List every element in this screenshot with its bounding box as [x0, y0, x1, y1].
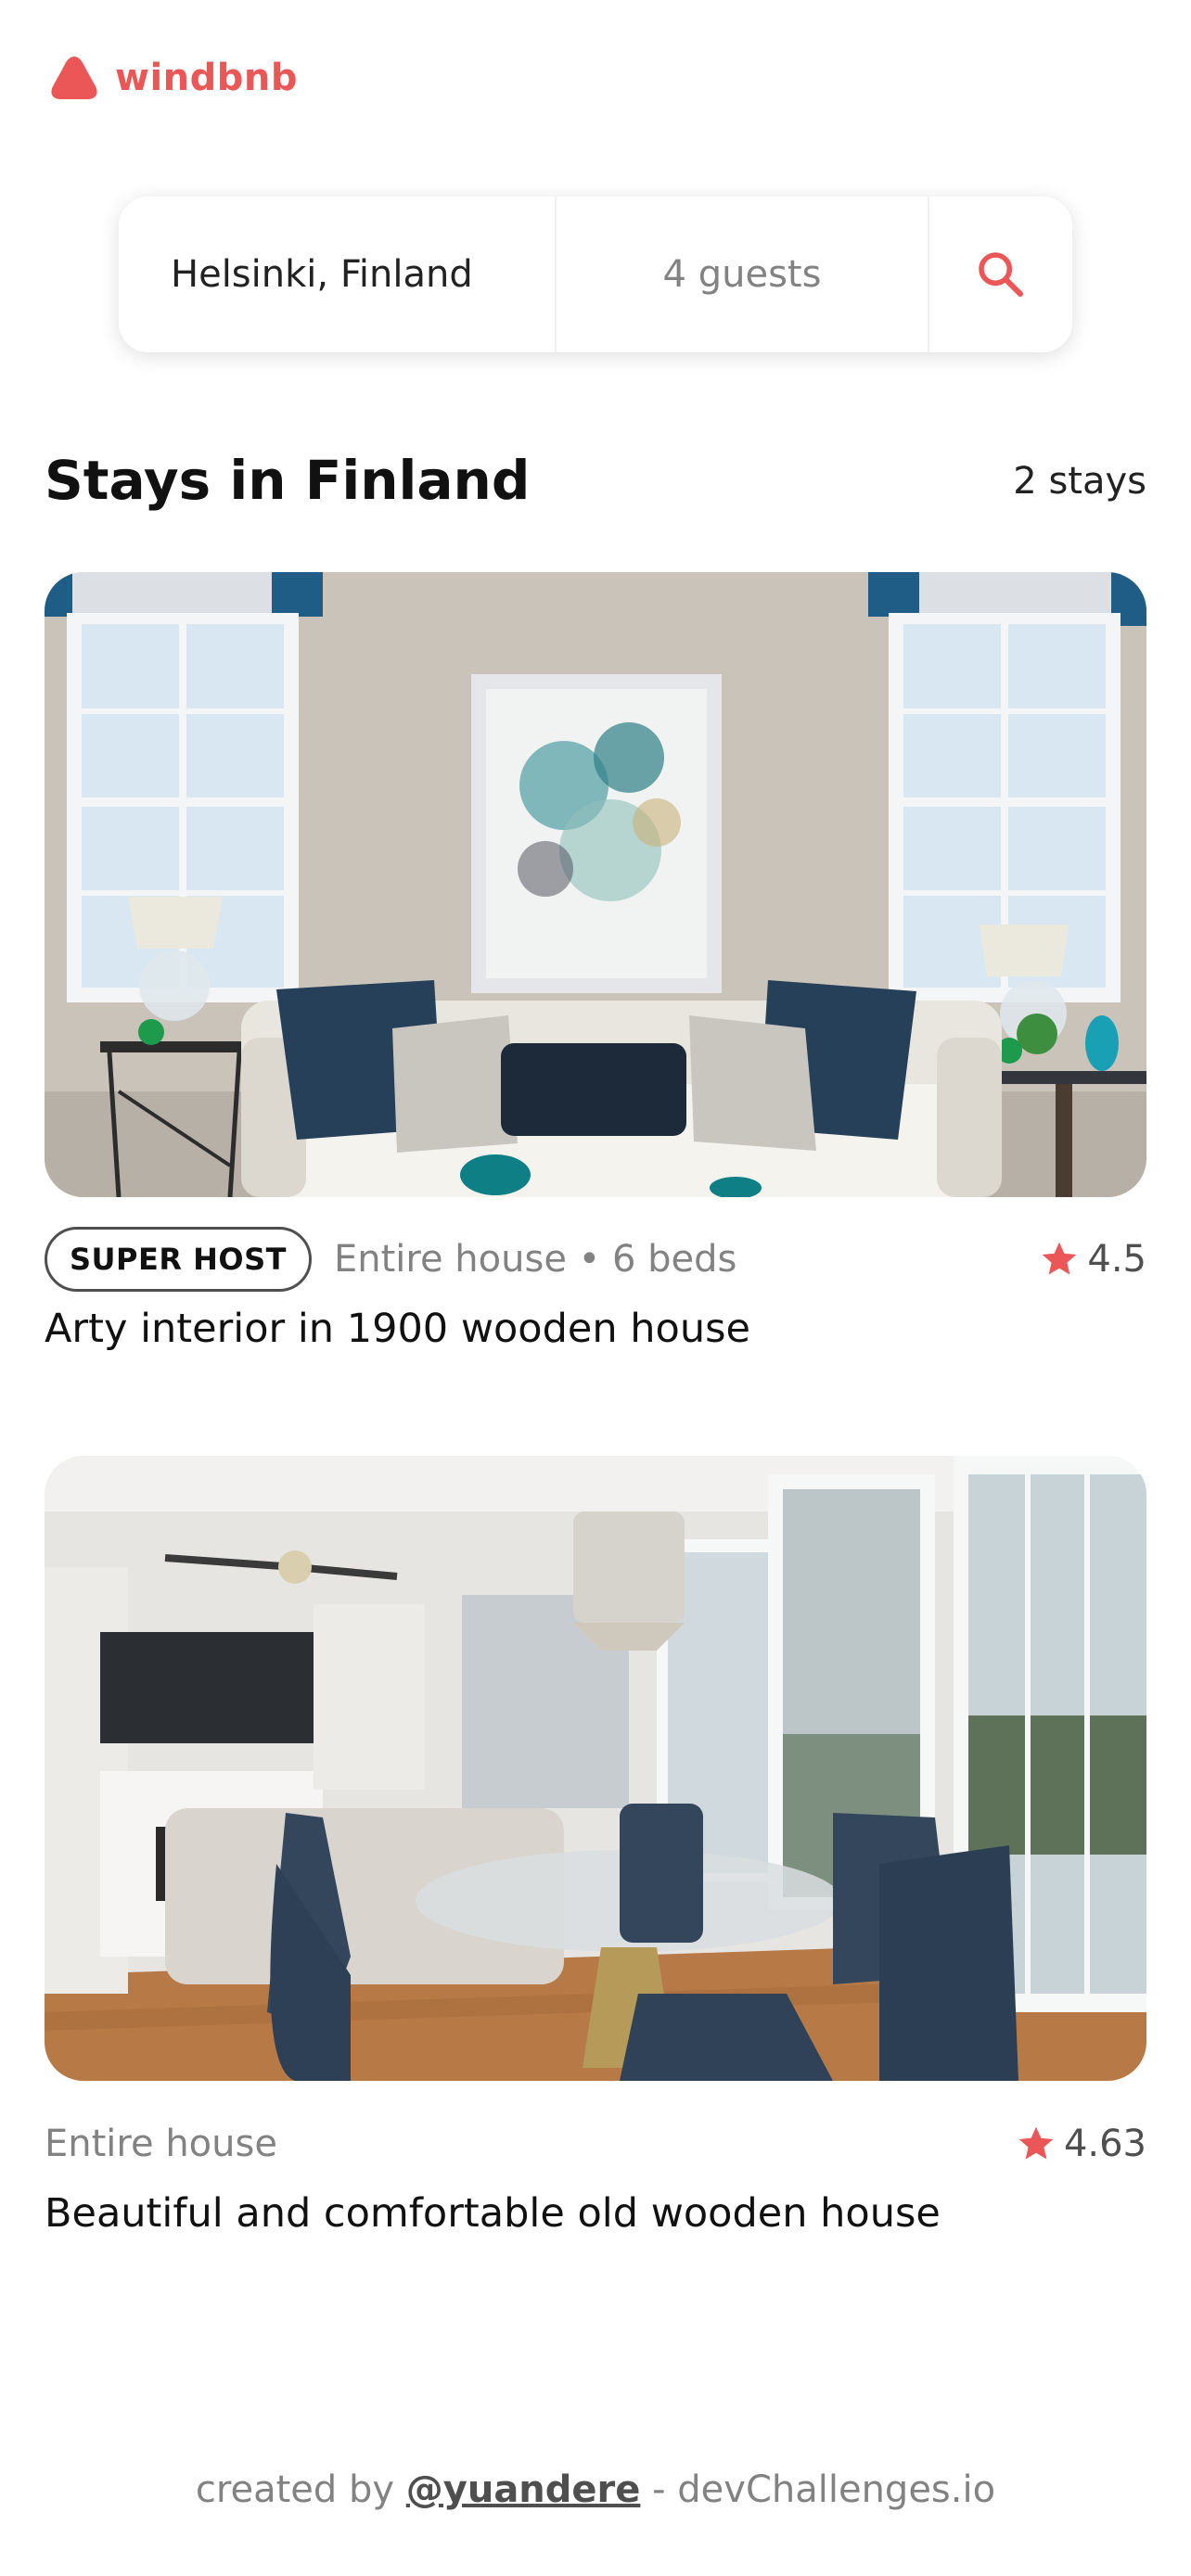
stay-rating: 4.5 [1039, 1238, 1146, 1281]
location-field[interactable]: Helsinki, Finland [119, 197, 557, 352]
super-host-badge: SUPER HOST [45, 1227, 312, 1292]
stay-title[interactable]: Arty interior in 1900 wooden house [45, 1306, 750, 1352]
search-button[interactable] [929, 197, 1072, 352]
app-header: windbnb [48, 52, 298, 104]
footer-prefix: created by [195, 2468, 395, 2511]
logo-icon [51, 57, 97, 99]
stays-count: 2 stays [1013, 460, 1146, 503]
author-link[interactable]: @yuandere [406, 2468, 641, 2511]
footer-suffix: - devChallenges.io [652, 2468, 996, 2511]
page-title: Stays in Finland [45, 449, 531, 512]
rating-value: 4.5 [1087, 1238, 1146, 1281]
footer: created by @yuandere - devChallenges.io [0, 2468, 1191, 2511]
stay-type: Entire house • 6 beds [333, 1238, 737, 1281]
stay-type: Entire house [45, 2123, 277, 2165]
star-icon [1018, 2126, 1054, 2160]
stay-photo[interactable] [45, 572, 1146, 1197]
star-icon [1043, 1242, 1077, 1275]
stay-title[interactable]: Beautiful and comfortable old wooden hou… [45, 2190, 941, 2237]
rating-value: 4.63 [1063, 2123, 1146, 2165]
search-bar: Helsinki, Finland 4 guests [119, 197, 1072, 352]
guests-field[interactable]: 4 guests [557, 197, 929, 352]
stay-meta: Entire house 4.63 [45, 2111, 1146, 2177]
search-icon [979, 252, 1024, 298]
logo-text[interactable]: windbnb [115, 57, 298, 99]
stay-photo[interactable] [45, 1456, 1146, 2081]
stay-meta: SUPER HOST Entire house • 6 beds 4.5 [45, 1226, 1146, 1293]
stay-rating: 4.63 [1016, 2123, 1146, 2165]
